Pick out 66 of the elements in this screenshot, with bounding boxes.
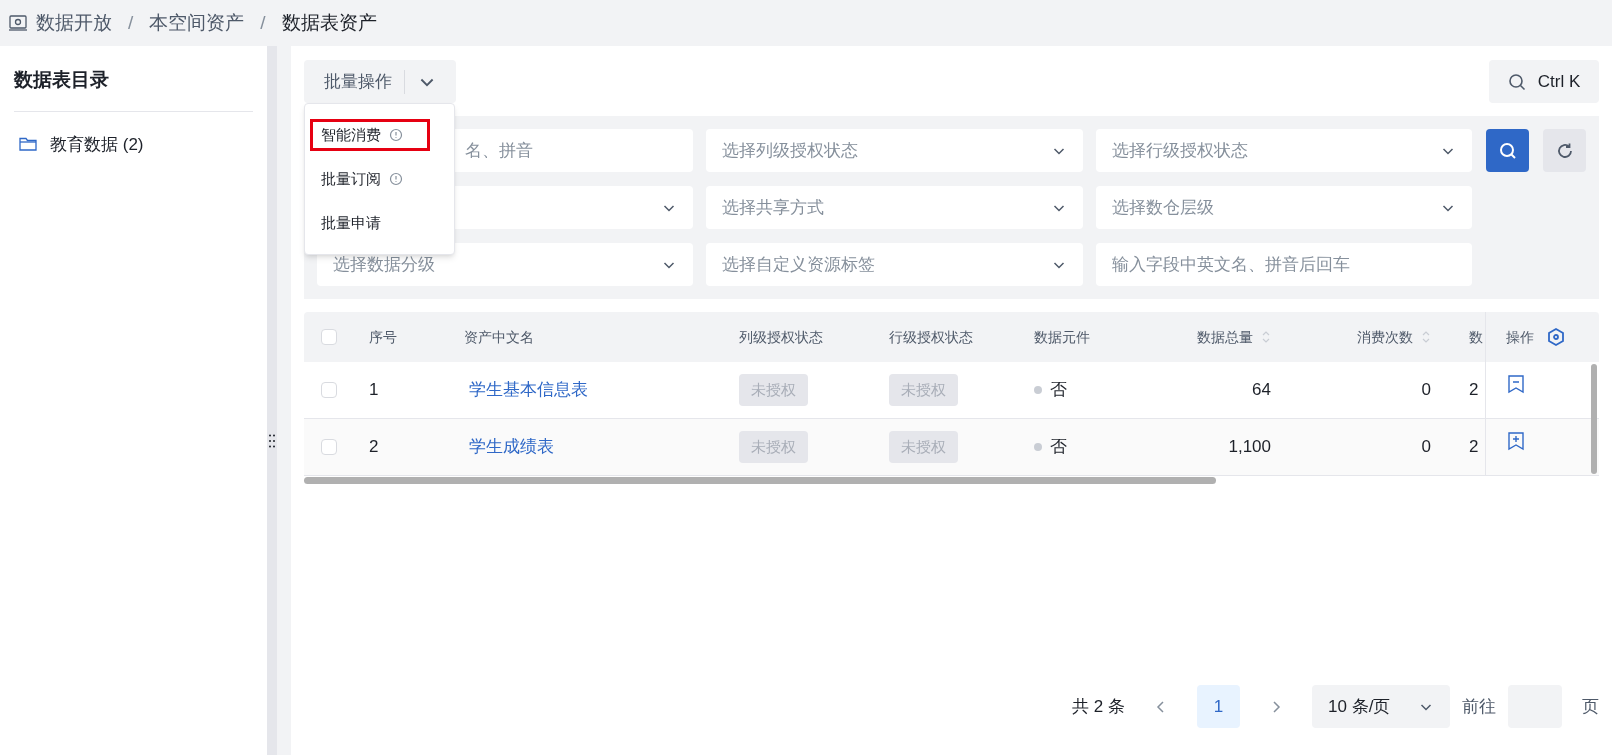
select-field[interactable]: 选择自定义资源标签 — [706, 243, 1083, 286]
sort-icon[interactable] — [1421, 330, 1431, 344]
column-header: 数 — [1469, 327, 1483, 347]
menu-item[interactable]: 批量申请 — [310, 207, 449, 239]
sort-icon[interactable] — [1261, 330, 1271, 344]
breadcrumb-item: 数据表资产 — [281, 10, 377, 35]
page-unit-label: 页 — [1582, 695, 1599, 718]
column-header: 数据总量 — [1197, 327, 1253, 347]
asset-name-link[interactable]: 学生基本信息表 — [469, 377, 588, 403]
page-button[interactable]: 1 — [1197, 685, 1240, 728]
status-tag: 未授权 — [889, 430, 958, 464]
search-button[interactable] — [1486, 129, 1529, 172]
settings-icon[interactable] — [1546, 327, 1566, 347]
horizontal-scrollbar[interactable] — [304, 477, 1216, 484]
select-field[interactable]: 选择数仓层级 — [1095, 186, 1472, 229]
table-cell-text: 64 — [1252, 379, 1271, 402]
refresh-icon — [1555, 141, 1574, 160]
checkbox[interactable] — [321, 382, 337, 398]
table-cell-text: 2 — [1469, 379, 1479, 402]
bookmark-plus-icon[interactable] — [1506, 431, 1526, 451]
checkbox[interactable] — [321, 439, 337, 455]
select-field[interactable]: 选择共享方式 — [706, 186, 1083, 229]
status-tag: 未授权 — [739, 430, 808, 464]
monitor-icon — [8, 13, 28, 33]
grip-icon — [269, 433, 276, 448]
status-tag: 未授权 — [739, 373, 808, 407]
table-cell-text: 否 — [1050, 379, 1067, 402]
table-cell-text: 2 — [1469, 436, 1479, 459]
vertical-scrollbar[interactable] — [1591, 364, 1597, 474]
folder-item[interactable]: 教育数据 (2) — [14, 131, 254, 157]
shortcut-search-button[interactable]: Ctrl K — [1489, 60, 1599, 103]
breadcrumb-item[interactable]: 本空间资产 — [149, 8, 245, 38]
goto-label: 前往 — [1462, 695, 1496, 718]
table-cell-text: 0 — [1421, 436, 1431, 459]
breadcrumb-item[interactable]: 数据开放 — [36, 8, 112, 38]
status-tag: 未授权 — [889, 373, 958, 407]
splitter[interactable] — [267, 46, 278, 755]
table-cell-text: 1 — [369, 379, 379, 402]
column-header: 列级授权状态 — [739, 327, 823, 347]
column-header: 消费次数 — [1357, 327, 1413, 347]
table-cell-text: 0 — [1421, 379, 1431, 402]
search-icon — [1498, 141, 1517, 160]
column-header: 操作 — [1506, 327, 1534, 347]
select-field[interactable]: 选择列级授权状态 — [706, 129, 1083, 172]
select-field[interactable]: 选择数据分级 — [317, 243, 694, 286]
breadcrumb-separator: / — [128, 10, 134, 35]
search-icon — [1507, 72, 1526, 91]
reset-button[interactable] — [1543, 129, 1586, 172]
checkbox[interactable] — [321, 329, 337, 345]
table-cell-text: 1,100 — [1228, 436, 1271, 459]
select-field[interactable]: 选择行级授权状态 — [1095, 129, 1472, 172]
table-cell-text: 否 — [1050, 436, 1067, 459]
column-header: 序号 — [369, 327, 397, 347]
table-cell-text: 2 — [369, 436, 379, 459]
column-header: 资产中文名 — [464, 327, 534, 347]
asset-name-link[interactable]: 学生成绩表 — [469, 434, 554, 460]
menu-item[interactable]: 智能消费 — [310, 119, 430, 151]
bookmark-minus-icon[interactable] — [1506, 374, 1526, 394]
input-field[interactable]: 输入字段中英文名、拼音后回车 — [1095, 243, 1472, 286]
column-header: 数据元件 — [1034, 327, 1090, 347]
total-count: 共 2 条 — [1072, 695, 1125, 718]
batch-operation-button[interactable]: 批量操作 — [304, 60, 456, 103]
page-size-select[interactable]: 10 条/页 — [1312, 685, 1450, 728]
sidebar-title: 数据表目录 — [14, 66, 254, 112]
column-header: 行级授权状态 — [889, 327, 973, 347]
breadcrumb-separator: / — [260, 10, 266, 35]
